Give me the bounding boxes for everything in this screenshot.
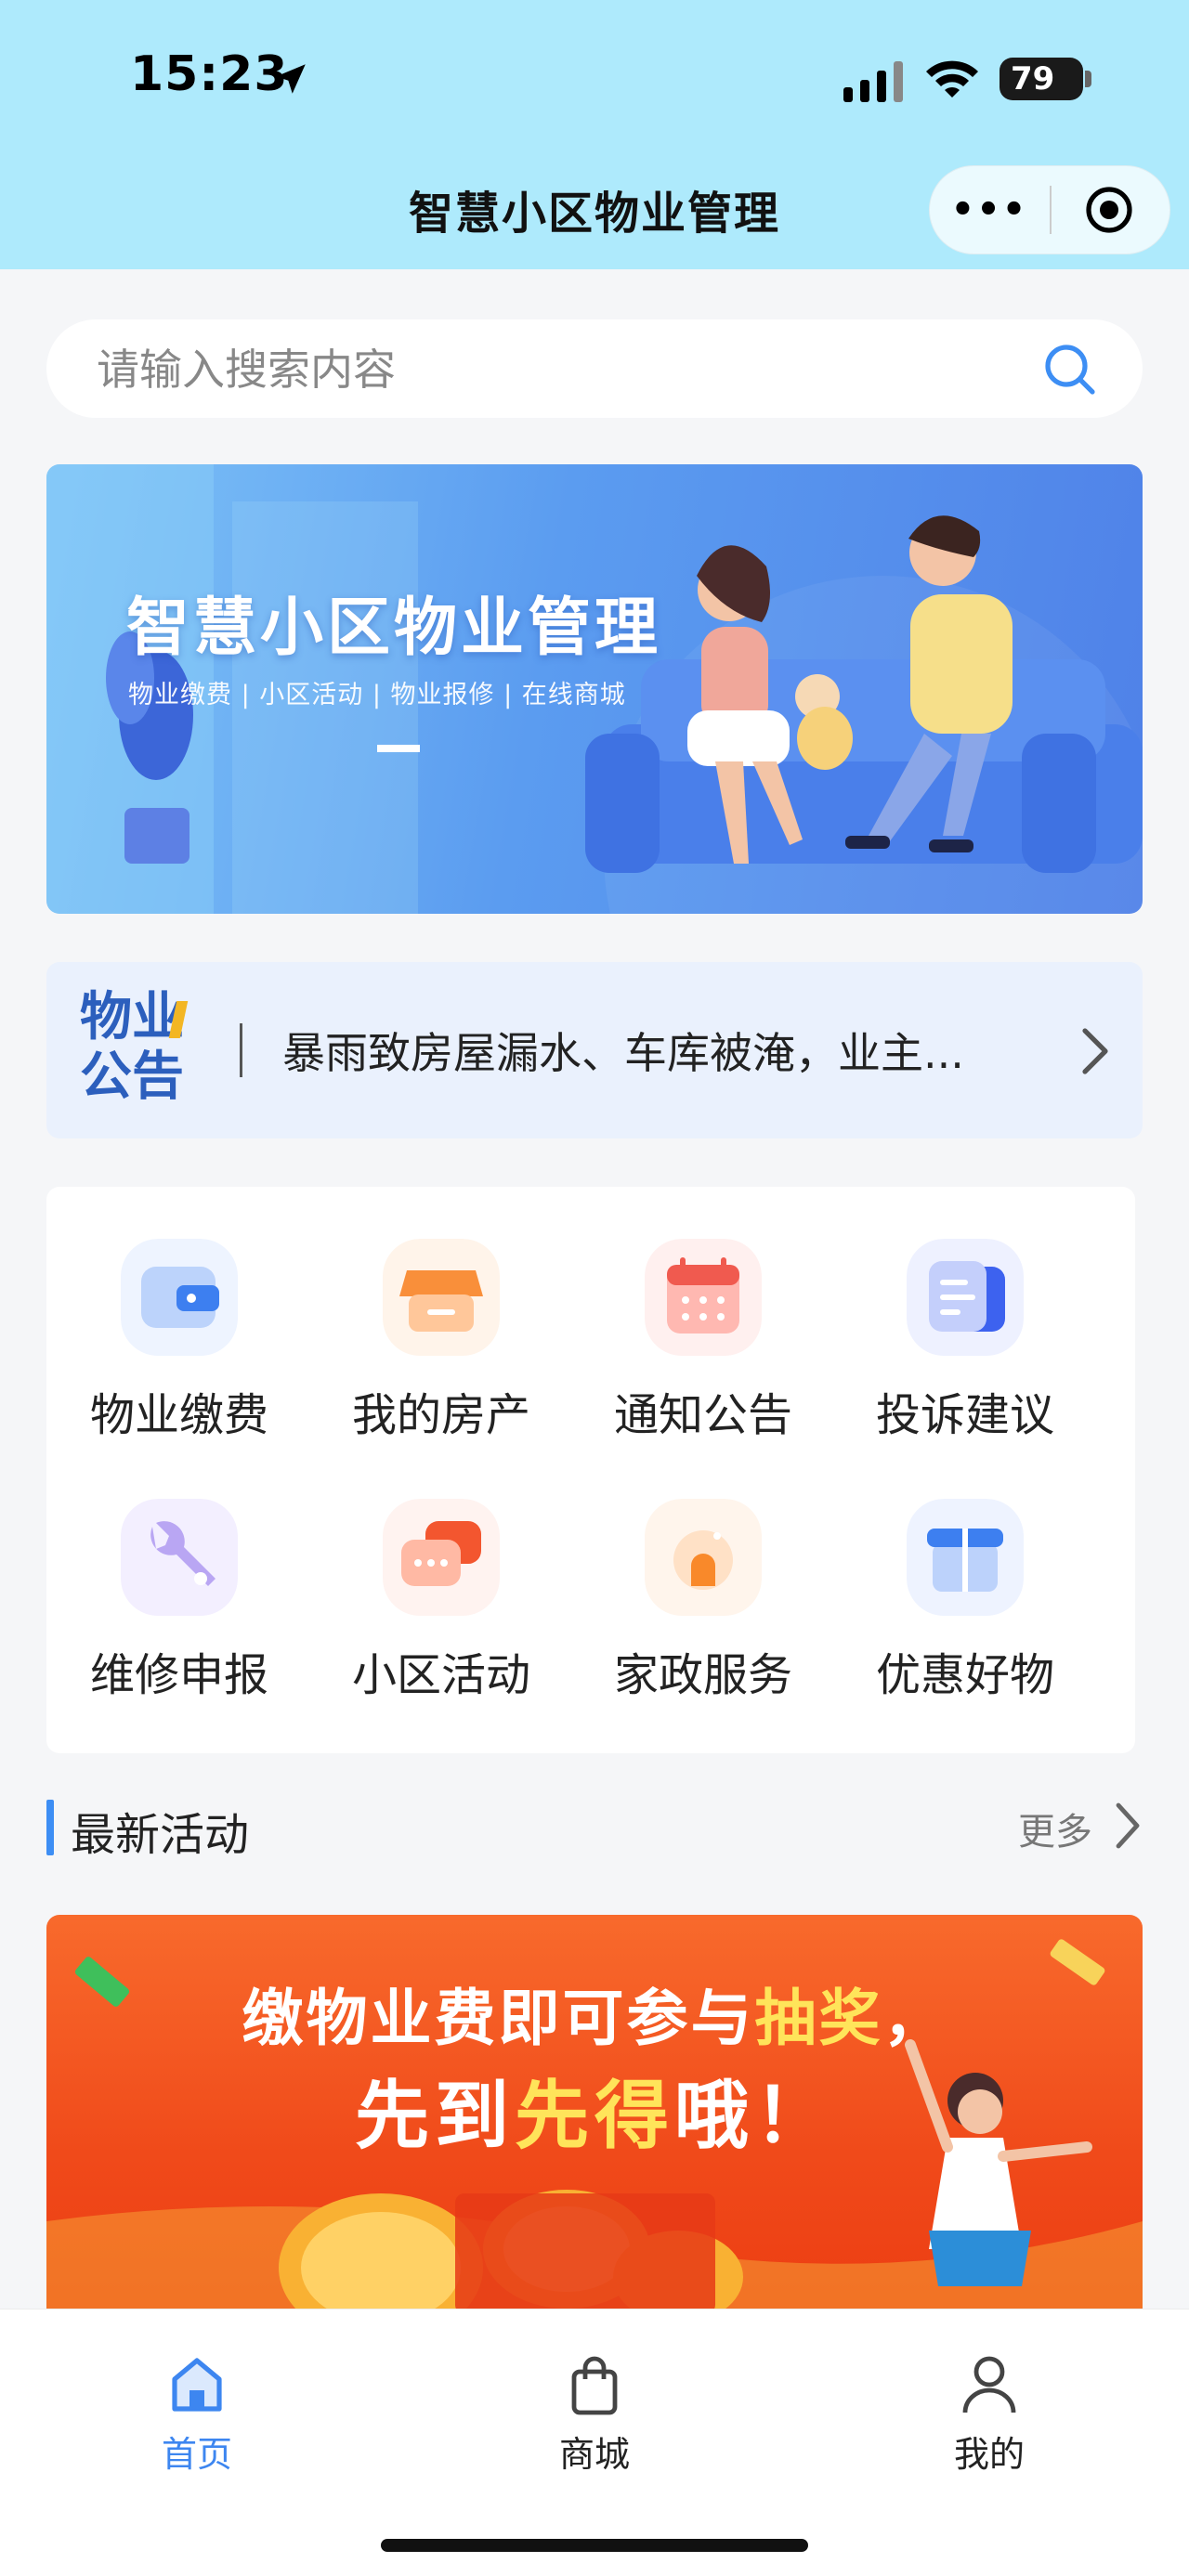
home-service-icon	[645, 1499, 762, 1616]
activity-promo-banner[interactable]: 缴物业费即可参与抽奖， 先到先得哦！	[46, 1915, 1143, 2314]
promo-highlight: 先得	[515, 2073, 674, 2159]
service-grid: 物业缴费 我的房产 通知公告 投诉建议 维修申报 小区活动 家政服务 优惠好物	[46, 1187, 1135, 1753]
tab-mall[interactable]: 商城	[492, 2340, 697, 2479]
banner-indicator	[377, 745, 420, 752]
banner-title: 智慧小区物业管理	[126, 592, 662, 665]
promo-text-part: 先到	[355, 2073, 515, 2159]
close-target-icon[interactable]	[1085, 186, 1133, 234]
user-icon	[962, 2356, 1016, 2413]
service-item-activity[interactable]: 小区活动	[308, 1447, 568, 1707]
banner-subtitle: 物业缴费 | 小区活动 | 物业报修 | 在线商城	[128, 681, 626, 709]
wallet-icon	[121, 1239, 238, 1356]
section-title: 最新活动	[71, 1809, 250, 1861]
calendar-icon	[645, 1239, 762, 1356]
battery-tip	[1085, 71, 1091, 87]
promo-text-part: 哦！	[674, 2073, 834, 2159]
service-item-notice[interactable]: 通知公告	[570, 1187, 830, 1447]
service-item-housekeeping[interactable]: 家政服务	[570, 1447, 830, 1707]
promo-text-part: 缴物业费即可参与	[242, 1983, 755, 2054]
location-arrow-icon	[276, 64, 306, 94]
service-item-repair[interactable]: 维修申报	[46, 1447, 307, 1707]
home-indicator	[381, 2539, 808, 2552]
service-item-payment[interactable]: 物业缴费	[46, 1187, 307, 1447]
notice-logo-line1: 物业	[80, 987, 184, 1047]
notice-text[interactable]: 暴雨致房屋漏水、车库被淹，业主...	[282, 1020, 1007, 1081]
promo-text-part: ，	[882, 1983, 947, 2054]
tab-label: 首页	[161, 2434, 232, 2475]
service-label: 通知公告	[613, 1389, 792, 1441]
section-accent-bar	[46, 1800, 54, 1855]
chat-bubbles-icon	[383, 1499, 500, 1616]
more-dots-icon[interactable]: •••	[951, 182, 1026, 238]
service-label: 小区活动	[351, 1649, 530, 1701]
service-label: 物业缴费	[89, 1389, 268, 1441]
service-label: 优惠好物	[875, 1649, 1054, 1701]
tab-label: 我的	[953, 2434, 1025, 2475]
search-input[interactable]	[97, 344, 1026, 396]
hero-banner[interactable]: 智慧小区物业管理 物业缴费 | 小区活动 | 物业报修 | 在线商城	[46, 464, 1143, 914]
service-label: 家政服务	[613, 1649, 792, 1701]
service-label: 维修申报	[89, 1649, 268, 1701]
service-label: 投诉建议	[875, 1389, 1054, 1441]
document-icon	[907, 1239, 1024, 1356]
promo-highlight: 抽奖	[754, 1983, 883, 2054]
wrench-icon	[121, 1499, 238, 1616]
gift-icon	[907, 1499, 1024, 1616]
search-icon[interactable]	[1042, 342, 1098, 397]
more-link[interactable]: 更多	[1018, 1802, 1092, 1855]
status-time: 15:23	[130, 46, 289, 102]
shopping-bag-icon	[571, 2356, 618, 2415]
promo-headline-line1: 缴物业费即可参与抽奖，	[46, 1969, 1143, 2058]
chevron-right-icon[interactable]	[1076, 1025, 1113, 1077]
capsule-divider	[1050, 186, 1052, 234]
wifi-icon	[926, 60, 978, 98]
house-store-icon	[383, 1239, 500, 1356]
notice-separator	[240, 1023, 242, 1077]
service-item-deals[interactable]: 优惠好物	[832, 1447, 1092, 1707]
notice-logo-line2: 公告	[80, 1047, 184, 1107]
service-item-complaint[interactable]: 投诉建议	[832, 1187, 1092, 1447]
tab-profile[interactable]: 我的	[887, 2340, 1091, 2479]
tab-home[interactable]: 首页	[95, 2340, 299, 2479]
promo-headline-line2: 先到先得哦！	[46, 2056, 1143, 2164]
service-item-property[interactable]: 我的房产	[308, 1187, 568, 1447]
service-label: 我的房产	[351, 1389, 530, 1441]
home-icon	[172, 2358, 222, 2412]
battery-indicator: 79	[1000, 58, 1083, 100]
search-bar[interactable]	[46, 319, 1143, 418]
cellular-signal-icon	[843, 61, 903, 102]
tab-label: 商城	[558, 2434, 630, 2475]
chevron-right-icon[interactable]	[1113, 1800, 1143, 1852]
